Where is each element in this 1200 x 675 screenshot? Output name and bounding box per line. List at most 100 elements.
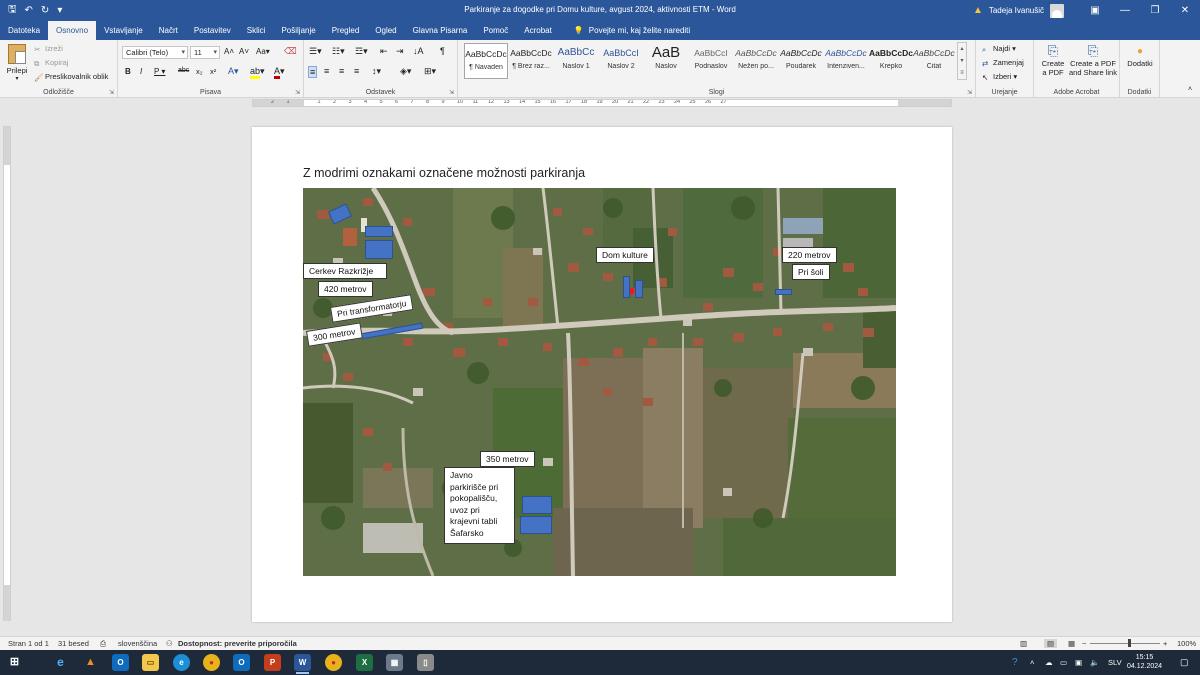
strikethrough-icon[interactable]: abc (178, 67, 189, 74)
system-clock[interactable]: 15:15 04.12.2024 (1127, 653, 1162, 671)
restore-icon[interactable]: ❐ (1140, 5, 1170, 16)
increase-indent-icon[interactable]: ⇥ (396, 46, 404, 57)
chrome-profile-icon[interactable]: ● (325, 654, 342, 671)
tab-datoteka[interactable]: Datoteka (0, 21, 48, 40)
style-podnaslov[interactable]: AaBbCcI Podnaslov (689, 43, 733, 79)
excel-icon[interactable]: X (356, 654, 373, 671)
tab-glavna-pisarna[interactable]: Glavna Pisarna (405, 21, 476, 40)
find-button[interactable]: ⌕ Najdi ▾ (982, 44, 1016, 54)
style-nezen-poudarek[interactable]: AaBbCcDc Nežen po... (734, 43, 778, 79)
tab-acrobat[interactable]: Acrobat (516, 21, 560, 40)
paste-button[interactable]: Prilepi ▾ (6, 44, 28, 82)
file-explorer-icon[interactable]: ▭ (142, 654, 159, 671)
style-krepko[interactable]: AaBbCcDc Krepko (869, 43, 913, 79)
borders-icon[interactable]: ⊞▾ (424, 66, 436, 77)
chevron-up-icon[interactable]: ˄ (1030, 650, 1034, 675)
underline-icon[interactable]: P ▾ (154, 67, 165, 76)
highlight-icon[interactable]: ab▾ (250, 66, 265, 79)
chevron-up-icon[interactable]: ▴ (958, 43, 966, 55)
vlc-icon[interactable]: ▲ (82, 654, 99, 671)
shading-icon[interactable]: ◈▾ (400, 66, 411, 77)
justify-icon[interactable]: ≡ (354, 66, 359, 76)
cut-button[interactable]: ✂ Izreži (34, 44, 63, 54)
style-citat[interactable]: AaBbCcDc Citat (912, 43, 956, 79)
superscript-icon[interactable]: x² (210, 67, 216, 76)
network-icon[interactable]: ▭ (1060, 650, 1067, 675)
windows-start-icon[interactable]: ⊞ (6, 654, 23, 671)
document-page[interactable]: Z modrimi oznakami označene možnosti par… (252, 127, 952, 622)
create-pdf-share-button[interactable]: ⎘ Create a PDF and Share link (1068, 43, 1118, 77)
document-heading[interactable]: Z modrimi oznakami označene možnosti par… (303, 166, 585, 180)
text-effects-icon[interactable]: A▾ (228, 66, 239, 77)
tab-sklici[interactable]: Sklici (239, 21, 274, 40)
edge-legacy-icon[interactable]: e (52, 654, 69, 671)
style-naslov-1[interactable]: AaBbCc Naslov 1 (554, 43, 598, 79)
word-count[interactable]: 31 besed (58, 639, 89, 648)
style-poudarek[interactable]: AaBbCcDc Poudarek (779, 43, 823, 79)
tab-vstavljanje[interactable]: Vstavljanje (96, 21, 151, 40)
line-spacing-icon[interactable]: ↕▾ (372, 66, 381, 77)
zoom-out-icon[interactable]: − (1082, 639, 1086, 648)
collapse-ribbon-icon[interactable]: ˄ (1188, 86, 1192, 93)
calculator-icon[interactable]: ▦ (386, 654, 403, 671)
tab-posiljanje[interactable]: Pošiljanje (273, 21, 323, 40)
subscript-icon[interactable]: x₂ (196, 67, 203, 76)
web-layout-icon[interactable]: ▦ (1068, 639, 1075, 648)
word-icon[interactable]: W (294, 654, 311, 674)
sort-icon[interactable]: ↓A (413, 46, 424, 56)
italic-icon[interactable]: I (140, 67, 142, 76)
tab-ogled[interactable]: Ogled (367, 21, 404, 40)
horizontal-ruler[interactable]: 2 1 1 2 3 4 5 6 7 8 9 10 11 12 13 14 15 16 17 18 19 20 21 22 23 2… (252, 99, 952, 107)
tab-postavitev[interactable]: Postavitev (186, 21, 239, 40)
format-painter-button[interactable]: 🖌Preslikovalnik oblik (34, 72, 108, 82)
user-name[interactable]: Tadeja Ivanušič (989, 6, 1044, 15)
zoom-slider[interactable] (1090, 643, 1160, 644)
outlook-icon[interactable]: O (112, 654, 129, 671)
dialog-launcher-icon[interactable]: ⇲ (967, 89, 972, 96)
onedrive-icon[interactable]: ☁ (1045, 650, 1053, 675)
align-left-icon[interactable]: ≡ (308, 66, 318, 78)
create-pdf-button[interactable]: ⎘ Create a PDF (1038, 43, 1068, 77)
language-indicator[interactable]: slovenščina (118, 639, 157, 648)
accessibility-icon[interactable]: ⚇ (166, 639, 173, 648)
font-size-combo[interactable]: 11 (190, 46, 220, 59)
dialog-launcher-icon[interactable]: ⇲ (449, 89, 454, 96)
dialog-launcher-icon[interactable]: ⇲ (109, 89, 114, 96)
style-navaden[interactable]: AaBbCcDc ¶ Navaden (464, 43, 508, 79)
tell-me-box[interactable]: 💡 Povejte mi, kaj želite narediti (574, 21, 690, 40)
tab-pomoc[interactable]: Pomoč (475, 21, 516, 40)
bold-icon[interactable]: B (125, 67, 131, 76)
decrease-indent-icon[interactable]: ⇤ (380, 46, 388, 57)
change-case-icon[interactable]: Aa▾ (256, 47, 270, 56)
tab-nacrt[interactable]: Načrt (151, 21, 186, 40)
vertical-ruler[interactable] (3, 126, 11, 621)
align-right-icon[interactable]: ≡ (339, 66, 344, 76)
minimize-icon[interactable]: — (1110, 5, 1140, 16)
multilevel-list-icon[interactable]: ☲▾ (355, 46, 368, 57)
addins-button[interactable]: ● Dodatki (1124, 45, 1156, 68)
page-count[interactable]: Stran 1 od 1 (8, 639, 49, 648)
dialog-launcher-icon[interactable]: ⇲ (295, 89, 300, 96)
clear-format-icon[interactable]: ⌫ (284, 46, 297, 57)
chevron-down-icon[interactable]: ▾ (958, 55, 966, 67)
replace-button[interactable]: ⇄ Zamenjaj (982, 58, 1024, 68)
ribbon-display-icon[interactable]: ▣ (1080, 5, 1110, 16)
proofing-icon[interactable]: ⎙ (100, 639, 106, 649)
read-mode-icon[interactable]: ▥ (1020, 639, 1027, 648)
style-naslov-2[interactable]: AaBbCcI Naslov 2 (599, 43, 643, 79)
display-icon[interactable]: ▣ (1075, 650, 1082, 675)
accessibility-status[interactable]: Dostopnost: preverite priporočila (178, 639, 297, 648)
bullets-icon[interactable]: ☰▾ (309, 46, 322, 57)
app-icon[interactable]: ▯ (417, 654, 434, 671)
close-icon[interactable]: ✕ (1170, 5, 1200, 16)
aerial-map-image[interactable]: Cerkev Razkrižje 420 metrov Pri transfor… (303, 188, 896, 576)
help-icon[interactable]: ? (1012, 650, 1018, 675)
zoom-in-icon[interactable]: + (1163, 639, 1167, 648)
styles-gallery-scroll[interactable]: ▴ ▾ ≡ (957, 42, 967, 80)
zoom-slider-thumb[interactable] (1128, 639, 1131, 647)
warning-icon[interactable]: ▲ (973, 5, 983, 16)
font-color-icon[interactable]: A▾ (274, 66, 285, 79)
more-icon[interactable]: ≡ (958, 67, 966, 79)
grow-font-icon[interactable]: A˄ (224, 47, 234, 56)
numbering-icon[interactable]: ☷▾ (332, 46, 345, 57)
